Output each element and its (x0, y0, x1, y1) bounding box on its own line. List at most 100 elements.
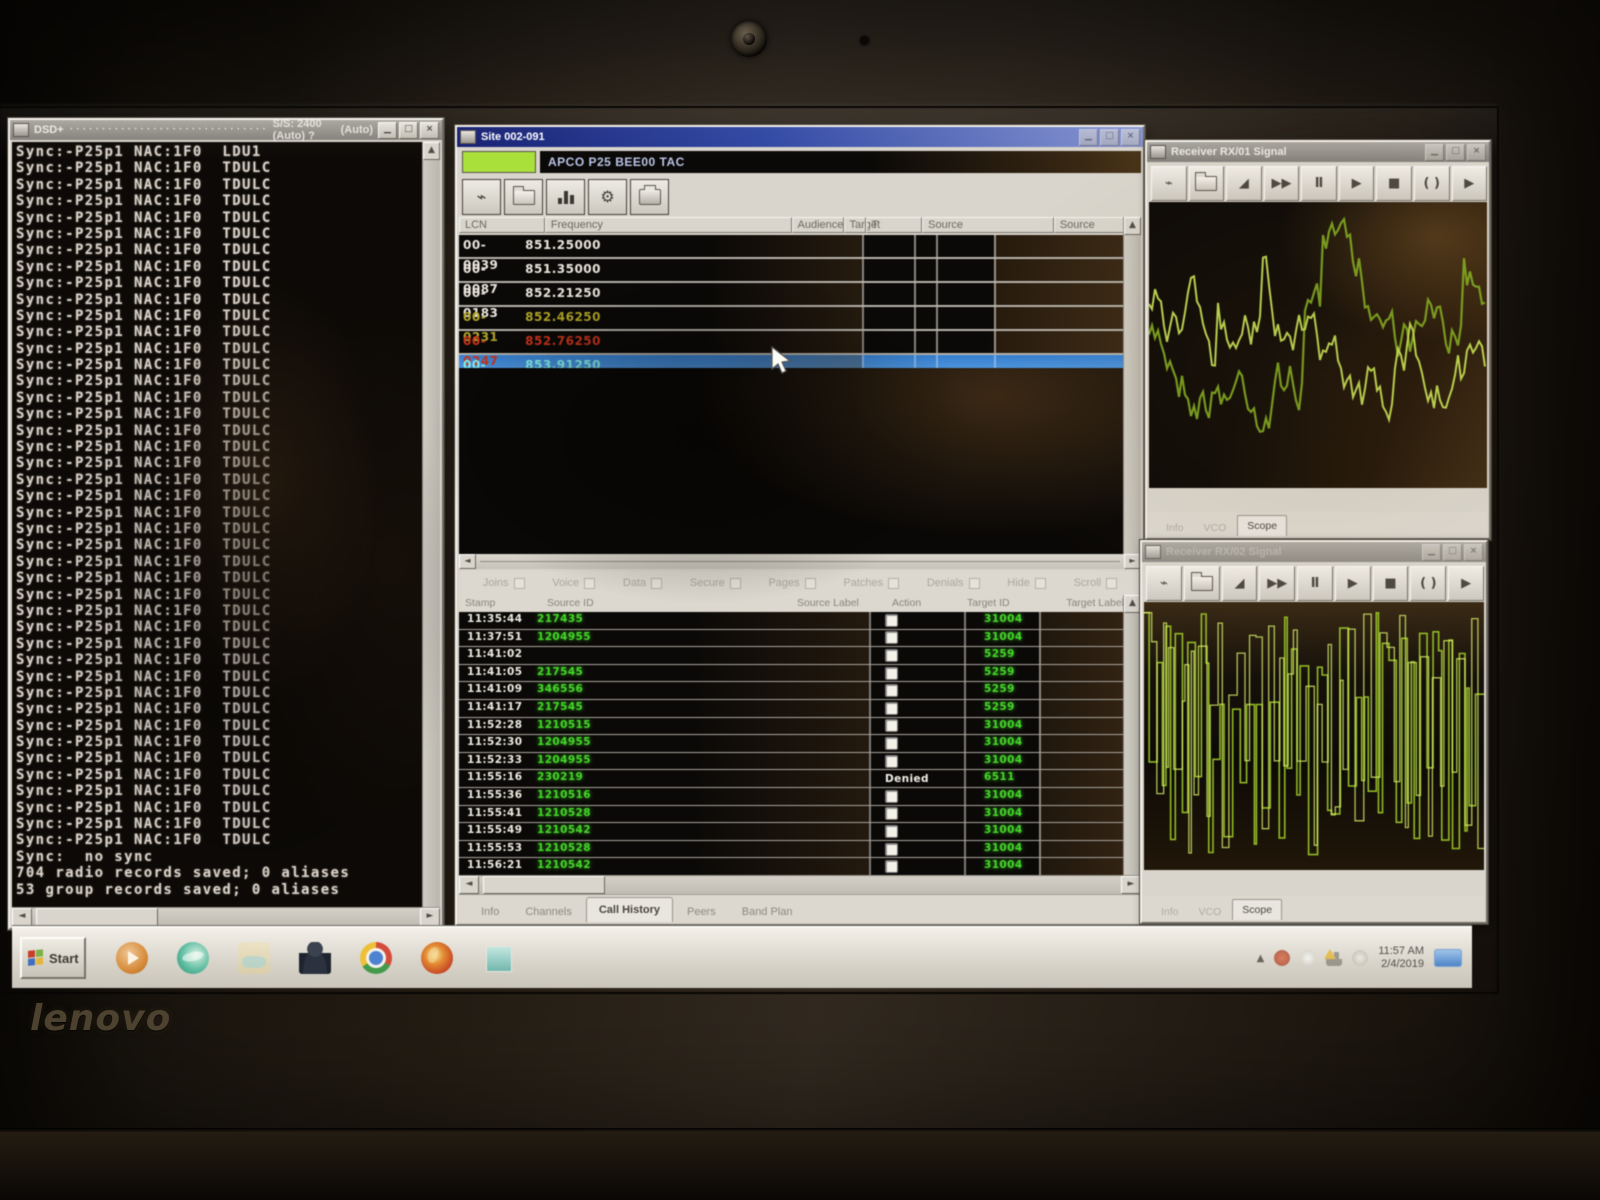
play-icon[interactable]: ▶ (1335, 566, 1371, 601)
tray-icon-white[interactable] (1300, 950, 1316, 966)
call-history-row[interactable]: 11:55:53 1210528 Call 31004 (459, 841, 1124, 859)
tab[interactable]: Info (1157, 520, 1193, 536)
scrollbar-thumb[interactable] (36, 908, 158, 926)
tab[interactable]: Info (469, 902, 511, 922)
column-header[interactable]: Source Label (791, 595, 886, 612)
minimize-button[interactable]: ▁ (1079, 129, 1098, 146)
start-button[interactable]: Start (20, 937, 86, 979)
open-folder-icon[interactable] (504, 179, 543, 215)
pointer-icon[interactable]: ◢ (1222, 566, 1258, 601)
scroll-left-icon[interactable]: ◄ (459, 554, 476, 569)
tab[interactable]: VCO (1195, 520, 1236, 536)
tab[interactable]: VCO (1190, 904, 1231, 920)
fast-forward-icon[interactable]: ▶▶ (1259, 566, 1295, 601)
show-desktop-button[interactable] (1434, 949, 1462, 967)
vertical-scrollbar[interactable]: ▲ (1123, 217, 1141, 554)
history-filter[interactable]: Voice (552, 577, 595, 589)
pane-splitter-scrollbar[interactable]: ◄ ► (459, 554, 1141, 569)
column-header[interactable]: Target Label (1060, 595, 1124, 612)
column-header[interactable]: Audience (792, 217, 844, 233)
tray-icon-red[interactable] (1274, 950, 1290, 966)
history-filter[interactable]: Patches (843, 577, 899, 589)
call-history-row[interactable]: 11:55:16 230219 Denied 6511 (459, 770, 1124, 788)
history-filter[interactable]: Scroll (1074, 577, 1118, 589)
close-button[interactable]: × (1467, 144, 1486, 161)
column-header[interactable]: T (866, 217, 923, 233)
app-icon[interactable] (486, 946, 512, 972)
scrollbar-thumb[interactable] (483, 876, 605, 894)
vertical-scrollbar[interactable]: ▲ (1123, 595, 1141, 878)
next-icon[interactable]: ▶ (1448, 566, 1484, 601)
call-history-row[interactable]: 11:41:05 217545 Call 5259 (459, 665, 1124, 683)
history-filter[interactable]: Pages (768, 577, 815, 589)
scroll-up-icon[interactable]: ▲ (423, 142, 440, 160)
call-history-row[interactable]: 11:52:28 1210515 Call 31004 (459, 718, 1124, 736)
column-header[interactable]: Target ID (961, 595, 1060, 612)
firefox-icon[interactable] (421, 942, 453, 974)
call-history-row[interactable]: 11:41:02 Call 5259 (459, 647, 1124, 665)
stop-icon[interactable]: ■ (1376, 166, 1412, 201)
call-history-row[interactable]: 11:52:33 1204955 Call 31004 (459, 753, 1124, 771)
network-warning-icon[interactable] (1326, 950, 1342, 966)
tray-expand-icon[interactable]: ▲ (1257, 953, 1265, 964)
filter-checkbox[interactable] (730, 578, 741, 589)
call-history-row[interactable]: 11:56:21 1210542 Call 31004 (459, 858, 1124, 876)
column-header[interactable]: Source (922, 217, 1054, 233)
scroll-up-icon[interactable]: ▲ (1124, 217, 1141, 235)
tab[interactable]: Peers (675, 902, 728, 922)
channel-row[interactable]: 00-0087 851.35000 (459, 259, 1124, 283)
history-filter[interactable]: Denials (927, 577, 980, 589)
minimize-button[interactable]: ▁ (1422, 544, 1441, 561)
filter-checkbox[interactable] (1035, 578, 1046, 589)
documents-icon[interactable] (238, 942, 270, 974)
stop-icon[interactable]: ■ (1373, 566, 1409, 601)
media-player-icon[interactable] (116, 942, 148, 974)
clock[interactable]: 11:57 AM 2/4/2019 (1378, 945, 1424, 971)
levels-icon[interactable] (546, 179, 585, 215)
column-header[interactable]: Frequency (545, 217, 792, 233)
history-table-header[interactable]: StampSource IDSource LabelActionTarget I… (459, 595, 1124, 612)
tuner-icon[interactable]: ⌁ (462, 179, 501, 215)
titlebar[interactable]: DSD+ ······························· S/S… (10, 120, 442, 140)
tab[interactable]: Scope (1237, 515, 1287, 536)
printer-icon[interactable] (630, 179, 669, 215)
column-header[interactable]: LCN (459, 217, 545, 233)
maximize-button[interactable]: □ (399, 122, 418, 139)
channel-table-header[interactable]: LCNFrequencyAudienceTargetTSourceSource … (459, 217, 1124, 235)
open-folder-icon[interactable] (1184, 566, 1220, 601)
tuner-icon[interactable]: ⌁ (1146, 566, 1182, 601)
call-history-row[interactable]: 11:41:09 346556 Call 5259 (459, 682, 1124, 700)
maximize-button[interactable]: □ (1443, 544, 1462, 561)
column-header[interactable]: Source Label (1054, 217, 1124, 233)
loop-icon[interactable]: ( ) (1410, 566, 1446, 601)
gear-icon[interactable]: ⚙ (588, 179, 627, 215)
scroll-right-icon[interactable]: ► (1121, 876, 1141, 894)
call-history-row[interactable]: 11:55:49 1210542 Call 31004 (459, 823, 1124, 841)
fast-forward-icon[interactable]: ▶▶ (1264, 166, 1300, 201)
loop-icon[interactable]: ( ) (1414, 166, 1450, 201)
channel-row[interactable]: 00-0183 852.21250 (459, 283, 1124, 307)
filter-checkbox[interactable] (888, 578, 899, 589)
close-button[interactable]: × (420, 122, 439, 139)
column-header[interactable]: Action (886, 595, 961, 612)
history-filter[interactable]: Joins (483, 577, 525, 589)
horizontal-scrollbar[interactable]: ◄ ► (12, 907, 440, 926)
call-history-row[interactable]: 11:55:36 1210516 Call 31004 (459, 788, 1124, 806)
pointer-icon[interactable]: ◢ (1226, 166, 1262, 201)
call-history-row[interactable]: 11:37:51 1204955 Call 31004 (459, 630, 1124, 648)
vertical-scrollbar[interactable]: ▲ (422, 142, 440, 907)
filter-checkbox[interactable] (514, 578, 525, 589)
scroll-right-icon[interactable]: ► (420, 908, 440, 926)
filter-checkbox[interactable] (1106, 578, 1117, 589)
column-header[interactable]: Source ID (541, 595, 791, 612)
scroll-left-icon[interactable]: ◄ (459, 876, 479, 894)
column-header[interactable]: Target (844, 217, 866, 233)
tuner-icon[interactable]: ⌁ (1151, 166, 1187, 201)
minimize-button[interactable]: ▁ (378, 122, 397, 139)
chrome-icon[interactable] (360, 942, 392, 974)
titlebar[interactable]: Receiver RX/01 Signal ▁ □ × (1147, 142, 1489, 162)
history-filter[interactable]: Hide (1007, 577, 1046, 589)
open-folder-icon[interactable] (1189, 166, 1225, 201)
pause-icon[interactable]: Ⅱ (1301, 166, 1337, 201)
browser-icon[interactable] (177, 942, 209, 974)
